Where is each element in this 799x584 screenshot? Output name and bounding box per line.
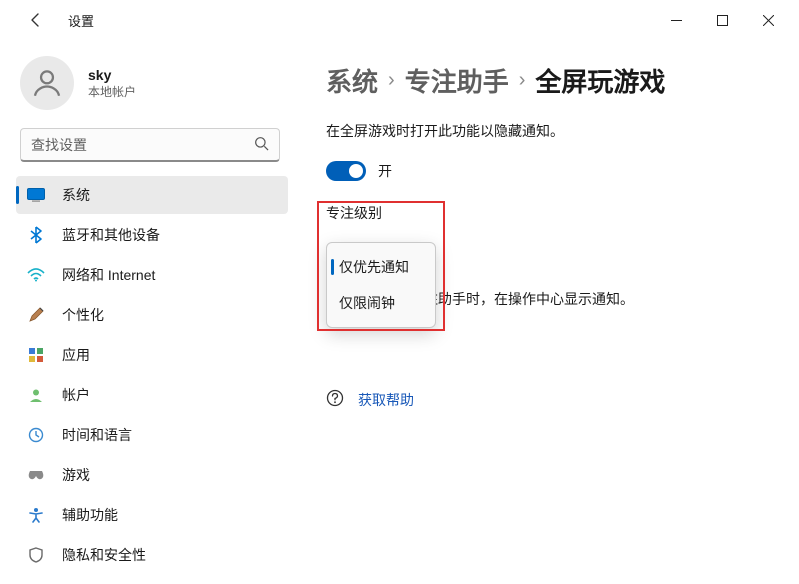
minimize-icon — [671, 15, 682, 26]
clock-globe-icon — [26, 425, 46, 445]
toggle-label: 开 — [378, 161, 392, 181]
sidebar-item-network[interactable]: 网络和 Internet — [16, 256, 288, 294]
app-title: 设置 — [68, 11, 94, 30]
sidebar-item-accessibility[interactable]: 辅助功能 — [16, 496, 288, 534]
dropdown-option-priority-only[interactable]: 仅优先通知 — [327, 249, 435, 285]
page-description: 在全屏游戏时打开此功能以隐藏通知。 — [326, 121, 769, 141]
help-icon — [326, 389, 344, 410]
profile-name: sky — [88, 67, 136, 83]
nav-list: 系统 蓝牙和其他设备 网络和 Internet 个性化 — [16, 176, 288, 574]
paintbrush-icon — [26, 305, 46, 325]
close-icon — [763, 15, 774, 26]
profile-subtitle: 本地帐户 — [88, 83, 136, 100]
accessibility-icon — [26, 505, 46, 525]
titlebar: 设置 — [0, 0, 799, 40]
sidebar-item-label: 网络和 Internet — [62, 265, 155, 285]
dropdown-option-alarms-only[interactable]: 仅限闹钟 — [327, 285, 435, 321]
chevron-right-icon: › — [388, 69, 395, 92]
system-icon — [26, 185, 46, 205]
window-controls — [653, 4, 791, 36]
sidebar-item-label: 应用 — [62, 345, 90, 365]
back-button[interactable] — [20, 4, 52, 36]
person-icon — [30, 66, 64, 100]
sidebar-item-personalization[interactable]: 个性化 — [16, 296, 288, 334]
apps-icon — [26, 345, 46, 365]
maximize-icon — [717, 15, 728, 26]
sidebar-item-label: 系统 — [62, 185, 90, 205]
search-box[interactable] — [20, 128, 280, 162]
sidebar-item-label: 个性化 — [62, 305, 104, 325]
sidebar-item-label: 蓝牙和其他设备 — [62, 225, 160, 245]
wifi-icon — [26, 265, 46, 285]
chevron-right-icon: › — [519, 69, 526, 92]
shield-icon — [26, 545, 46, 565]
dropdown-option-label: 仅优先通知 — [339, 257, 409, 277]
bluetooth-icon — [26, 225, 46, 245]
sidebar-item-bluetooth[interactable]: 蓝牙和其他设备 — [16, 216, 288, 254]
breadcrumb-system[interactable]: 系统 — [326, 62, 378, 99]
sidebar-item-label: 辅助功能 — [62, 505, 118, 525]
avatar — [20, 56, 74, 110]
sidebar-item-label: 帐户 — [62, 385, 90, 405]
toggle-row: 开 — [326, 161, 769, 181]
sidebar-item-gaming[interactable]: 游戏 — [16, 456, 288, 494]
sidebar-item-label: 游戏 — [62, 465, 90, 485]
search-input[interactable] — [31, 137, 254, 153]
get-help-link[interactable]: 获取帮助 — [358, 390, 414, 410]
gaming-icon — [26, 465, 46, 485]
help-row: 获取帮助 — [326, 389, 769, 410]
arrow-left-icon — [28, 12, 44, 28]
sidebar: sky 本地帐户 系统 蓝牙和其他设备 — [0, 40, 296, 584]
sidebar-item-accounts[interactable]: 帐户 — [16, 376, 288, 414]
section-focus-level-title: 专注级别 — [326, 203, 769, 223]
account-icon — [26, 385, 46, 405]
sidebar-item-label: 时间和语言 — [62, 425, 132, 445]
profile-card[interactable]: sky 本地帐户 — [16, 50, 288, 124]
page-title: 全屏玩游戏 — [535, 62, 665, 99]
sidebar-item-time-language[interactable]: 时间和语言 — [16, 416, 288, 454]
maximize-button[interactable] — [699, 4, 745, 36]
search-icon — [254, 136, 269, 154]
dropdown-option-label: 仅限闹钟 — [339, 293, 395, 313]
minimize-button[interactable] — [653, 4, 699, 36]
profile-text: sky 本地帐户 — [88, 67, 136, 100]
sidebar-item-system[interactable]: 系统 — [16, 176, 288, 214]
focus-level-dropdown: 仅优先通知 仅限闹钟 — [326, 242, 436, 328]
close-button[interactable] — [745, 4, 791, 36]
feature-toggle[interactable] — [326, 161, 366, 181]
breadcrumb-focus-assist[interactable]: 专注助手 — [405, 62, 509, 99]
sidebar-item-label: 隐私和安全性 — [62, 545, 146, 565]
sidebar-item-apps[interactable]: 应用 — [16, 336, 288, 374]
breadcrumb: 系统 › 专注助手 › 全屏玩游戏 — [326, 62, 769, 99]
sidebar-item-privacy[interactable]: 隐私和安全性 — [16, 536, 288, 574]
